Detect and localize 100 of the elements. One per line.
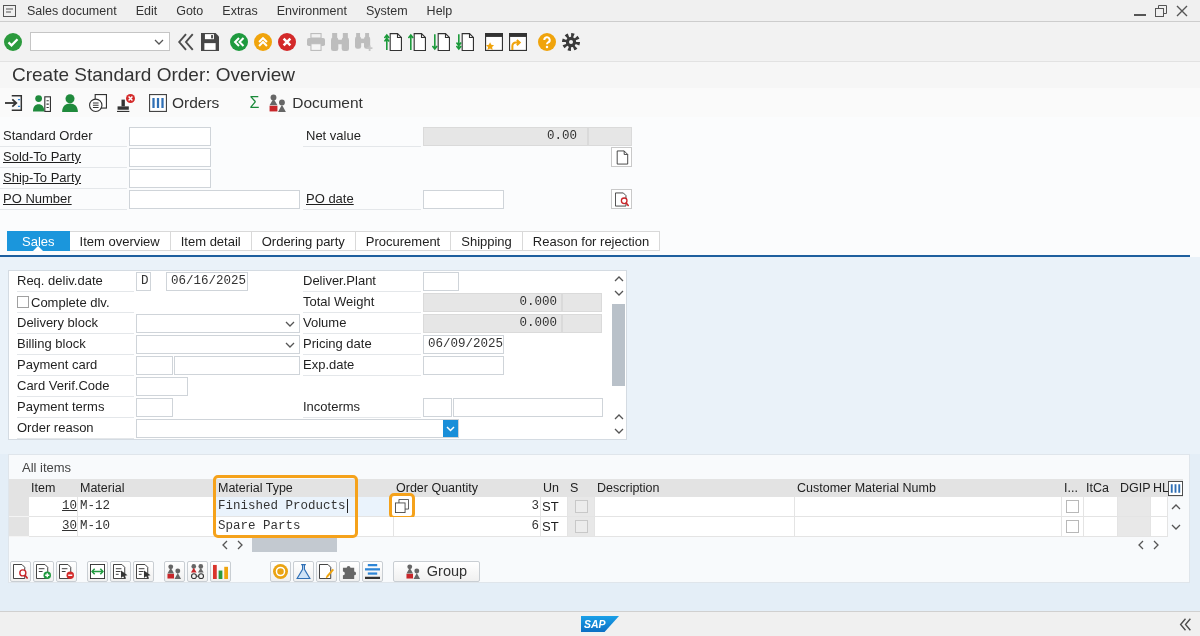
input-field[interactable] [129, 148, 211, 167]
column-header[interactable]: Order Quantity [394, 479, 541, 497]
column-header[interactable]: Customer Material Numb [795, 479, 1062, 497]
toolbar-button[interactable] [187, 560, 208, 582]
minimize-icon[interactable] [1134, 13, 1146, 16]
input-field[interactable]: 06/16/2025 [166, 272, 248, 291]
menu-item[interactable]: Environment [276, 3, 347, 18]
person-page-icon[interactable] [33, 93, 51, 112]
overlapping-squares-icon[interactable] [395, 499, 409, 513]
checkbox[interactable] [1066, 520, 1079, 533]
column-header[interactable]: HL [1151, 479, 1168, 497]
command-field[interactable] [30, 32, 170, 51]
chevron-down-icon[interactable] [613, 290, 624, 296]
chevron-down-icon[interactable] [1170, 524, 1181, 530]
tab[interactable]: Procurement [355, 231, 452, 251]
toolbar-button[interactable] [110, 560, 131, 582]
orders-button[interactable]: Orders [149, 93, 220, 112]
chevron-up-icon[interactable] [1170, 504, 1181, 510]
page-button[interactable] [611, 147, 632, 167]
dropdown-field[interactable] [136, 419, 459, 438]
input-field[interactable] [423, 190, 504, 209]
tab[interactable]: Shipping [451, 231, 523, 251]
field-label[interactable]: Ship-To Party [0, 168, 127, 189]
input-field[interactable] [174, 356, 300, 375]
scrollbar-thumb[interactable] [252, 538, 337, 552]
tab[interactable]: Reason for rejection [522, 231, 661, 251]
page-arrow-down-icon[interactable] [432, 32, 450, 51]
input-field[interactable] [129, 190, 300, 209]
menu-item[interactable]: Help [426, 3, 453, 18]
checkbox[interactable] [574, 520, 588, 533]
menu-item[interactable]: Extras [222, 3, 258, 18]
column-header[interactable]: I... [1062, 479, 1084, 497]
toolbar-button[interactable] [164, 560, 185, 582]
dropdown-field[interactable] [136, 314, 300, 333]
page-arrow-up-icon[interactable] [408, 32, 426, 51]
tab[interactable]: Ordering party [251, 231, 356, 251]
toolbar-button[interactable] [316, 560, 337, 582]
arrow-into-box-icon[interactable] [5, 93, 23, 112]
scrollbar-thumb[interactable] [612, 304, 625, 386]
column-header[interactable]: Description [595, 479, 795, 497]
checkbox[interactable] [574, 500, 588, 513]
input-field[interactable] [136, 398, 173, 417]
input-field[interactable]: D [136, 272, 151, 291]
columns-icon[interactable] [1168, 480, 1183, 496]
column-header[interactable]: Un [541, 479, 568, 497]
chevron-down-icon[interactable] [613, 428, 624, 434]
field-label[interactable]: Sold-To Party [0, 147, 127, 168]
chevron-right-icon[interactable] [1153, 540, 1159, 550]
input-field[interactable] [129, 169, 211, 188]
checkbox-label[interactable]: Complete dlv. [31, 294, 110, 310]
circle-checkmark-icon[interactable] [4, 32, 22, 51]
chevron-left-icon[interactable] [1138, 540, 1144, 550]
page-double-arrow-down-icon[interactable] [456, 32, 474, 51]
input-field[interactable] [423, 398, 452, 417]
chevron-up-icon[interactable] [613, 276, 624, 282]
input-field[interactable] [136, 356, 173, 375]
menu-item[interactable]: Edit [135, 3, 158, 18]
menu-item[interactable]: System [365, 3, 408, 18]
field-label[interactable]: PO date [303, 189, 421, 210]
stamp-x-icon[interactable] [117, 93, 135, 112]
checkbox[interactable] [17, 296, 29, 308]
input-field[interactable] [136, 377, 188, 396]
group-button[interactable]: Group [393, 560, 480, 582]
input-field[interactable] [423, 356, 504, 375]
column-header[interactable]: ItCa [1084, 479, 1118, 497]
chevron-right-icon[interactable] [237, 540, 243, 550]
close-icon[interactable] [1176, 4, 1188, 17]
toolbar-button[interactable] [133, 560, 154, 582]
menu-item[interactable]: Sales document [27, 3, 117, 18]
chevron-up-icon[interactable] [613, 414, 624, 420]
menu-item[interactable]: Goto [176, 3, 204, 18]
circle-x-icon[interactable] [278, 32, 296, 51]
tab[interactable]: Item detail [170, 231, 252, 251]
column-header[interactable]: Material Type [216, 479, 394, 497]
toolbar-button[interactable] [339, 560, 360, 582]
checkbox[interactable] [1066, 500, 1079, 513]
column-header[interactable]: Item [29, 479, 78, 497]
toolbar-button[interactable] [33, 560, 54, 582]
toolbar-button[interactable] [10, 560, 31, 582]
sum-button[interactable]: Σ [249, 93, 260, 112]
tab[interactable]: Item overview [69, 231, 171, 251]
toolbar-button[interactable] [56, 560, 77, 582]
menu-icon[interactable] [3, 4, 16, 17]
toolbar-button[interactable] [87, 560, 108, 582]
column-header[interactable]: Material [78, 479, 216, 497]
pages-circle-icon[interactable] [89, 93, 107, 112]
input-field[interactable] [423, 272, 459, 291]
double-chevron-left-icon[interactable] [177, 32, 195, 51]
input-field[interactable]: 06/09/2025 [423, 335, 504, 354]
toolbar-button[interactable] [362, 560, 383, 582]
double-chevron-left-icon[interactable] [1179, 617, 1192, 631]
dropdown-field[interactable] [136, 335, 300, 354]
column-header[interactable]: S [568, 479, 595, 497]
restore-icon[interactable] [1155, 4, 1167, 17]
page-search-button[interactable] [611, 189, 632, 209]
page-double-arrow-up-icon[interactable] [384, 32, 402, 51]
column-header[interactable]: DGIP [1118, 479, 1151, 497]
document-button[interactable]: Document [269, 93, 363, 112]
person-icon[interactable] [61, 93, 79, 112]
circle-double-chevron-left-icon[interactable] [230, 32, 248, 51]
